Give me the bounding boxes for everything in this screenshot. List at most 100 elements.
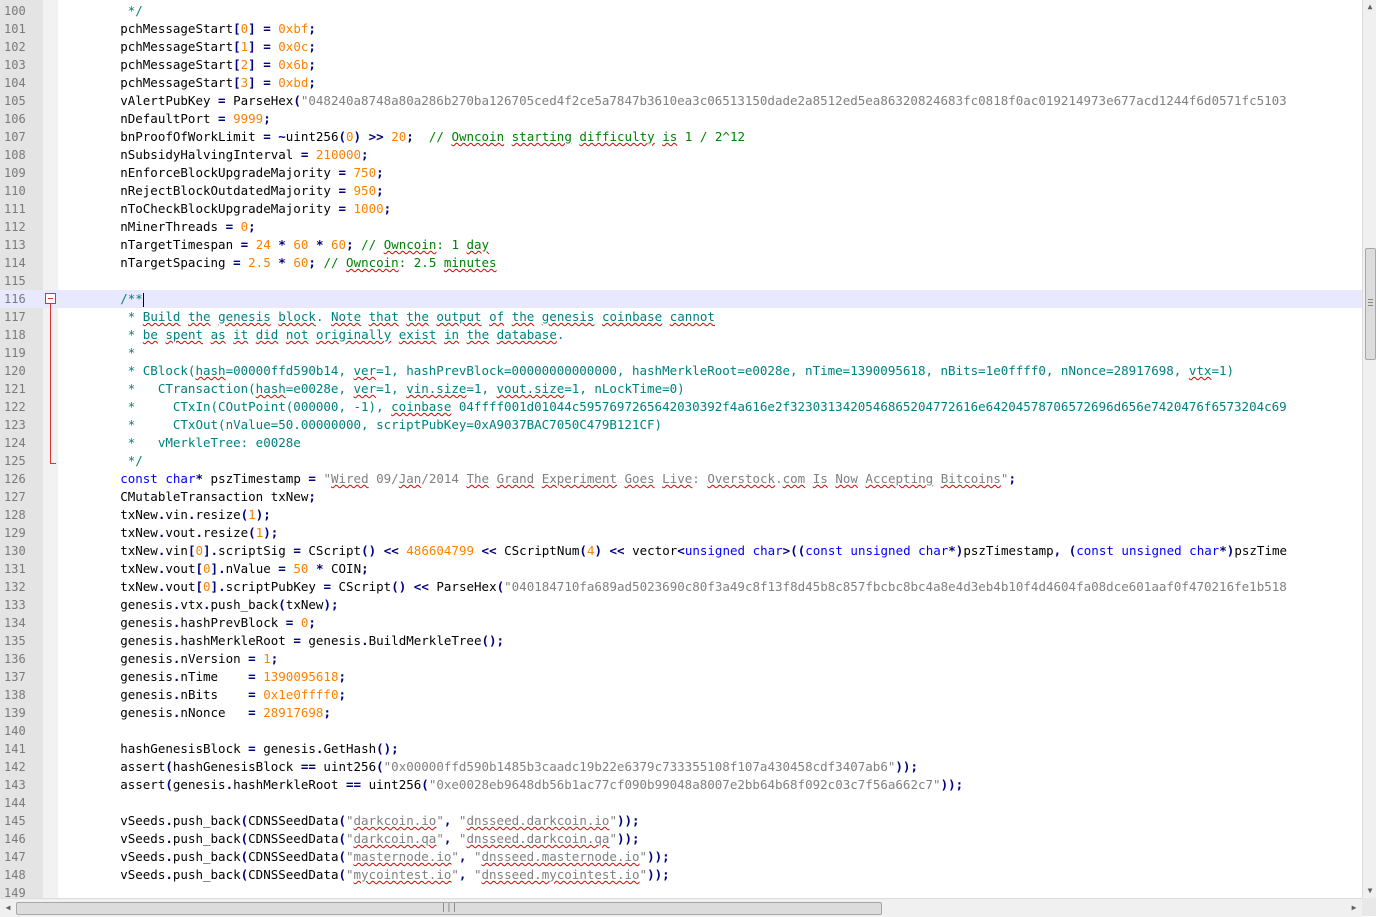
code-text[interactable]: nRejectBlockOutdatedMajority = 950;	[60, 182, 383, 200]
code-text[interactable]: pchMessageStart[2] = 0x6b;	[60, 56, 316, 74]
code-line[interactable]: 103 pchMessageStart[2] = 0x6b;	[0, 56, 1362, 74]
code-line[interactable]: 139 genesis.nNonce = 28917698;	[0, 704, 1362, 722]
code-text[interactable]: * CTxIn(COutPoint(000000, -1), coinbase …	[60, 398, 1287, 416]
fold-collapse-icon[interactable]	[43, 290, 58, 308]
code-text[interactable]: nTargetSpacing = 2.5 * 60; // Owncoin: 2…	[60, 254, 496, 272]
code-text[interactable]: nDefaultPort = 9999;	[60, 110, 271, 128]
code-line[interactable]: 120 * CBlock(hash=00000ffd590b14, ver=1,…	[0, 362, 1362, 380]
code-text[interactable]: txNew.vout[0].nValue = 50 * COIN;	[60, 560, 368, 578]
arrow-left-icon[interactable]: ◀	[0, 899, 16, 917]
code-text[interactable]: nMinerThreads = 0;	[60, 218, 256, 236]
arrow-right-icon[interactable]: ▶	[1346, 899, 1362, 917]
code-line[interactable]: 146 vSeeds.push_back(CDNSSeedData("darkc…	[0, 830, 1362, 848]
code-line[interactable]: 114 nTargetSpacing = 2.5 * 60; // Owncoi…	[0, 254, 1362, 272]
code-line[interactable]: 104 pchMessageStart[3] = 0xbd;	[0, 74, 1362, 92]
code-line[interactable]: 144	[0, 794, 1362, 812]
code-line[interactable]: 149	[0, 884, 1362, 898]
code-line[interactable]: 117 * Build the genesis block. Note that…	[0, 308, 1362, 326]
code-text[interactable]: txNew.vin.resize(1);	[60, 506, 271, 524]
code-line[interactable]: 111 nToCheckBlockUpgradeMajority = 1000;	[0, 200, 1362, 218]
code-text[interactable]: * be spent as it did not originally exis…	[60, 326, 565, 344]
code-text[interactable]: nEnforceBlockUpgradeMajority = 750;	[60, 164, 383, 182]
code-editor[interactable]: 100 */101 pchMessageStart[0] = 0xbf; 102 …	[0, 0, 1362, 898]
horizontal-scrollbar[interactable]: ◀ ||| ▶	[0, 898, 1362, 917]
code-line[interactable]: 115	[0, 272, 1362, 290]
code-text[interactable]: genesis.hashMerkleRoot = genesis.BuildMe…	[60, 632, 504, 650]
code-text[interactable]: assert(hashGenesisBlock == uint256("0x00…	[60, 758, 918, 776]
code-line[interactable]: 119 *	[0, 344, 1362, 362]
code-line[interactable]: 113 nTargetTimespan = 24 * 60 * 60; // O…	[0, 236, 1362, 254]
code-line[interactable]: 134 genesis.hashPrevBlock = 0;	[0, 614, 1362, 632]
code-line[interactable]: 108 nSubsidyHalvingInterval = 210000;	[0, 146, 1362, 164]
code-line[interactable]: 130 txNew.vin[0].scriptSig = CScript() <…	[0, 542, 1362, 560]
code-text[interactable]: const char* pszTimestamp = "Wired 09/Jan…	[60, 470, 1016, 488]
code-line[interactable]: 124 * vMerkleTree: e0028e	[0, 434, 1362, 452]
code-text[interactable]: * CTxOut(nValue=50.00000000, scriptPubKe…	[60, 416, 662, 434]
code-text[interactable]: * CBlock(hash=00000ffd590b14, ver=1, has…	[60, 362, 1234, 380]
code-text[interactable]: genesis.hashPrevBlock = 0;	[60, 614, 316, 632]
code-line[interactable]: 101 pchMessageStart[0] = 0xbf;	[0, 20, 1362, 38]
code-line[interactable]: 133 genesis.vtx.push_back(txNew);	[0, 596, 1362, 614]
code-line[interactable]: 145 vSeeds.push_back(CDNSSeedData("darkc…	[0, 812, 1362, 830]
code-line[interactable]: 118 * be spent as it did not originally …	[0, 326, 1362, 344]
code-line[interactable]: 125 */	[0, 452, 1362, 470]
code-line[interactable]: 100 */	[0, 2, 1362, 20]
code-text[interactable]: genesis.nBits = 0x1e0ffff0;	[60, 686, 346, 704]
code-line[interactable]: 109 nEnforceBlockUpgradeMajority = 750;	[0, 164, 1362, 182]
horizontal-scroll-thumb[interactable]: |||	[16, 902, 882, 915]
code-text[interactable]: * Build the genesis block. Note that the…	[60, 308, 715, 326]
code-text[interactable]: *	[60, 344, 136, 362]
code-line[interactable]: 137 genesis.nTime = 1390095618;	[0, 668, 1362, 686]
code-line[interactable]: 142 assert(hashGenesisBlock == uint256("…	[0, 758, 1362, 776]
code-text[interactable]: nTargetTimespan = 24 * 60 * 60; // Ownco…	[60, 236, 489, 254]
code-text[interactable]: assert(genesis.hashMerkleRoot == uint256…	[60, 776, 963, 794]
code-text[interactable]: * vMerkleTree: e0028e	[60, 434, 301, 452]
code-line[interactable]: 122 * CTxIn(COutPoint(000000, -1), coinb…	[0, 398, 1362, 416]
code-text[interactable]: */	[60, 452, 143, 470]
code-text[interactable]: */	[60, 2, 143, 20]
code-text[interactable]: pchMessageStart[1] = 0x0c;	[60, 38, 316, 56]
code-text[interactable]: hashGenesisBlock = genesis.GetHash();	[60, 740, 399, 758]
code-text[interactable]: txNew.vout.resize(1);	[60, 524, 278, 542]
code-text[interactable]: pchMessageStart[0] = 0xbf;	[60, 20, 316, 38]
code-line[interactable]: 127 CMutableTransaction txNew;	[0, 488, 1362, 506]
code-line[interactable]: 123 * CTxOut(nValue=50.00000000, scriptP…	[0, 416, 1362, 434]
code-line[interactable]: 140	[0, 722, 1362, 740]
code-text[interactable]: bnProofOfWorkLimit = ~uint256(0) >> 20; …	[60, 128, 745, 146]
arrow-up-icon[interactable]: ▲	[1363, 0, 1376, 14]
code-text[interactable]: nToCheckBlockUpgradeMajority = 1000;	[60, 200, 391, 218]
code-line[interactable]: 131 txNew.vout[0].nValue = 50 * COIN;	[0, 560, 1362, 578]
code-line[interactable]: 110 nRejectBlockOutdatedMajority = 950;	[0, 182, 1362, 200]
code-line[interactable]: 112 nMinerThreads = 0;	[0, 218, 1362, 236]
code-text[interactable]: vSeeds.push_back(CDNSSeedData("darkcoin.…	[60, 812, 639, 830]
code-line[interactable]: 147 vSeeds.push_back(CDNSSeedData("maste…	[0, 848, 1362, 866]
code-text[interactable]: /**	[60, 290, 144, 308]
code-line[interactable]: 106 nDefaultPort = 9999;	[0, 110, 1362, 128]
code-text[interactable]: vAlertPubKey = ParseHex("048240a8748a80a…	[60, 92, 1287, 110]
code-text[interactable]: CMutableTransaction txNew;	[60, 488, 316, 506]
code-text[interactable]: * CTransaction(hash=e0028e, ver=1, vin.s…	[60, 380, 685, 398]
code-line[interactable]: 107 bnProofOfWorkLimit = ~uint256(0) >> …	[0, 128, 1362, 146]
code-text[interactable]: vSeeds.push_back(CDNSSeedData("darkcoin.…	[60, 830, 639, 848]
code-text[interactable]: vSeeds.push_back(CDNSSeedData("mycointes…	[60, 866, 669, 884]
code-line[interactable]: 143 assert(genesis.hashMerkleRoot == uin…	[0, 776, 1362, 794]
vertical-scroll-thumb[interactable]	[1365, 248, 1376, 360]
code-line[interactable]: 141 hashGenesisBlock = genesis.GetHash()…	[0, 740, 1362, 758]
code-text[interactable]: pchMessageStart[3] = 0xbd;	[60, 74, 316, 92]
code-line[interactable]: 136 genesis.nVersion = 1;	[0, 650, 1362, 668]
code-line[interactable]: 121 * CTransaction(hash=e0028e, ver=1, v…	[0, 380, 1362, 398]
code-line[interactable]: 132 txNew.vout[0].scriptPubKey = CScript…	[0, 578, 1362, 596]
code-line[interactable]: 126 const char* pszTimestamp = "Wired 09…	[0, 470, 1362, 488]
code-text[interactable]: txNew.vin[0].scriptSig = CScript() << 48…	[60, 542, 1287, 560]
code-line[interactable]: 116 /**	[0, 290, 1362, 308]
code-text[interactable]: genesis.vtx.push_back(txNew);	[60, 596, 338, 614]
code-line[interactable]: 138 genesis.nBits = 0x1e0ffff0;	[0, 686, 1362, 704]
vertical-scrollbar[interactable]: ▲ ▼	[1362, 0, 1376, 898]
code-text[interactable]: txNew.vout[0].scriptPubKey = CScript() <…	[60, 578, 1287, 596]
code-text[interactable]: nSubsidyHalvingInterval = 210000;	[60, 146, 368, 164]
code-text[interactable]: genesis.nVersion = 1;	[60, 650, 278, 668]
arrow-down-icon[interactable]: ▼	[1363, 884, 1376, 898]
code-line[interactable]: 128 txNew.vin.resize(1);	[0, 506, 1362, 524]
code-line[interactable]: 102 pchMessageStart[1] = 0x0c;	[0, 38, 1362, 56]
code-line[interactable]: 135 genesis.hashMerkleRoot = genesis.Bui…	[0, 632, 1362, 650]
